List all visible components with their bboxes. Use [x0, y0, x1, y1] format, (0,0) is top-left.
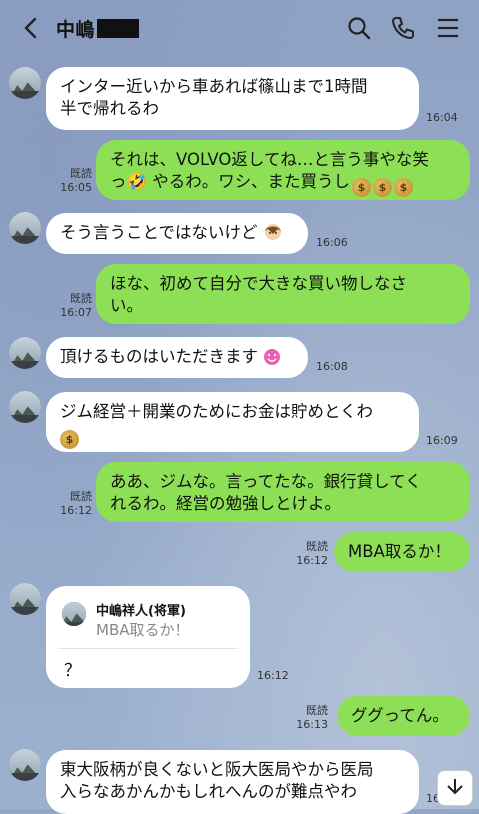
phone-icon[interactable]	[390, 15, 416, 41]
money-bag-icon: $	[60, 430, 79, 449]
message-bubble[interactable]: ググってん。	[337, 696, 470, 736]
read-receipt: 既読 16:12	[60, 490, 92, 517]
message-bubble[interactable]: インター近いから車あれば篠山まで1時間 半で帰れるわ	[46, 67, 419, 130]
divider	[58, 648, 238, 649]
avatar[interactable]	[9, 67, 41, 99]
message-bubble[interactable]: それは、VOLVO返してね…と言う事やな笑 っ🤣 やるわ。ワシ、また買うし $ $ $	[96, 140, 470, 200]
reply-bubble[interactable]: 中嶋祥人(将軍) MBA取るか！ ？	[46, 586, 250, 688]
message-bubble[interactable]: ほな、初めて自分で大きな買い物しなさ い。	[96, 264, 470, 324]
message-bubble[interactable]: 頂けるものはいただきます	[46, 337, 308, 378]
quoted-text: MBA取るか！	[96, 621, 190, 639]
message-text: 頂けるものはいただきます	[60, 347, 258, 366]
message-text: そう言うことではないけど	[60, 223, 258, 242]
avatar[interactable]	[9, 583, 41, 615]
avatar[interactable]	[9, 212, 41, 244]
message-time: 16:12	[257, 669, 289, 682]
message-bubble[interactable]: MBA取るか！	[334, 532, 470, 572]
quoted-sender: 中嶋祥人(将軍)	[96, 604, 186, 619]
message-bubble[interactable]: そう言うことではないけど	[46, 213, 308, 254]
avatar[interactable]	[9, 749, 41, 781]
scroll-to-bottom-button[interactable]	[437, 770, 473, 806]
redacted-name	[97, 19, 140, 38]
message-text: ？	[64, 661, 81, 681]
chat-title[interactable]: 中嶋	[56, 15, 140, 42]
arrow-down-icon	[445, 776, 465, 800]
message-time: 16:06	[316, 236, 348, 249]
message-text: ジム経営＋開業のためにお金は貯めとくわ	[60, 402, 374, 421]
contact-name: 中嶋	[56, 19, 96, 41]
money-bag-icon: $	[393, 178, 413, 197]
read-receipt: 既読 16:05	[60, 167, 92, 194]
quoted-avatar	[62, 602, 86, 626]
chat-header: 中嶋	[0, 0, 479, 56]
avatar[interactable]	[9, 391, 41, 423]
message-time: 16:04	[426, 111, 458, 124]
avatar[interactable]	[9, 337, 41, 369]
smiling-face-emoji-icon	[263, 348, 281, 372]
message-time: 16:09	[426, 434, 458, 447]
back-icon[interactable]	[20, 16, 44, 40]
message-time: 16:08	[316, 360, 348, 373]
message-bubble[interactable]: ああ、ジムな。言ってたな。銀行貸してく れるわ。経営の勉強しとけよ。	[96, 462, 470, 522]
read-receipt: 既読 16:07	[60, 292, 92, 319]
read-receipt: 既読 16:12	[296, 540, 328, 567]
read-receipt: 既読 16:13	[296, 704, 328, 731]
facepalm-emoji-icon	[263, 222, 283, 248]
money-bag-icon: $	[351, 178, 371, 197]
search-icon[interactable]	[346, 15, 372, 41]
menu-icon[interactable]	[435, 15, 461, 41]
message-bubble[interactable]: ジム経営＋開業のためにお金は貯めとくわ $	[46, 392, 419, 452]
message-bubble[interactable]: 東大阪柄が良くないと阪大医局やから医局 入らなあかんかもしれへんのが難点やわ	[46, 750, 419, 814]
money-bag-icon: $	[372, 178, 392, 197]
